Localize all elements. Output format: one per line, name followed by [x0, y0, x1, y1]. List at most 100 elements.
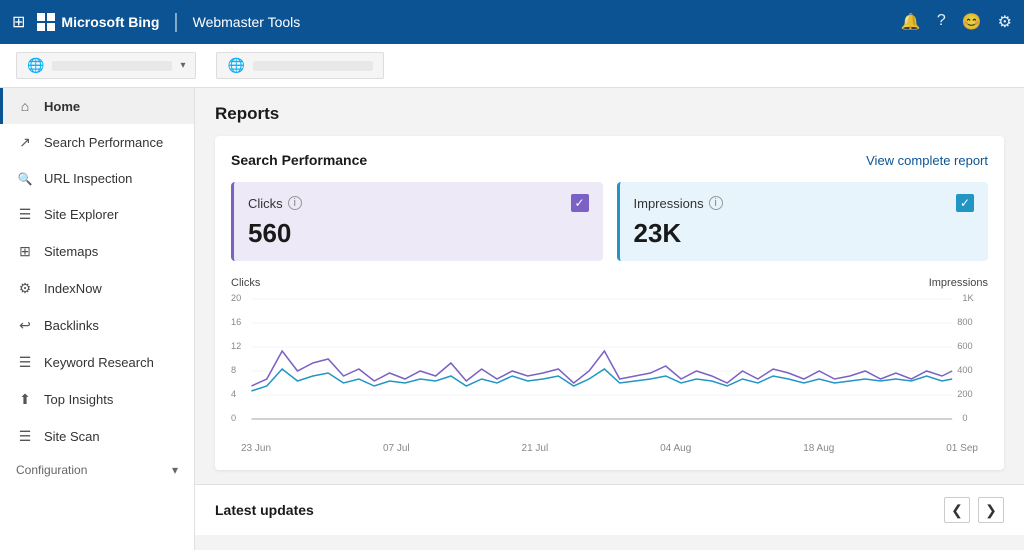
impressions-checkbox[interactable]: ✓	[956, 194, 974, 212]
svg-text:8: 8	[231, 365, 236, 375]
chart-container: Clicks Impressions 20 16 12 8 4 0 1K 80	[231, 277, 988, 454]
sidebar-item-indexnow[interactable]: ⚙ IndexNow	[0, 270, 194, 307]
configuration-label: Configuration	[16, 463, 87, 477]
sidebar-item-keyword-research[interactable]: ☰ Keyword Research	[0, 344, 194, 381]
card-title: Search Performance	[231, 152, 367, 168]
sidebar-item-sitemaps[interactable]: ⊞ Sitemaps	[0, 233, 194, 270]
impressions-info-icon[interactable]: i	[709, 196, 723, 210]
top-header: ⊞ Microsoft Bing | Webmaster Tools 🔔 ? 😊…	[0, 0, 1024, 44]
sidebar-item-url-inspection[interactable]: 🔍 URL Inspection	[0, 161, 194, 196]
backlinks-icon: ↩	[16, 317, 34, 334]
sidebar-item-site-explorer[interactable]: ☰ Site Explorer	[0, 196, 194, 233]
svg-text:4: 4	[231, 389, 236, 399]
app-name: Microsoft Bing	[61, 14, 159, 30]
page-title: Reports	[215, 104, 1004, 124]
sidebar-label-keyword-research: Keyword Research	[44, 355, 154, 370]
clicks-metric-box: Clicks i ✓ 560	[231, 182, 603, 261]
search-performance-card: Search Performance View complete report …	[215, 136, 1004, 470]
sidebar-item-site-scan[interactable]: ☰ Site Scan	[0, 418, 194, 455]
impressions-box-header: Impressions i ✓	[634, 194, 975, 212]
sidebar-item-top-insights[interactable]: ⬆ Top Insights	[0, 381, 194, 418]
tool-name: Webmaster Tools	[193, 14, 301, 30]
keyword-icon: ☰	[16, 354, 34, 371]
header-divider: |	[173, 11, 178, 34]
metric-boxes: Clicks i ✓ 560 Impressions i ✓	[231, 182, 988, 261]
x-label-6: 01 Sep	[946, 443, 978, 454]
site-url-display	[52, 61, 172, 71]
help-icon[interactable]: ?	[937, 12, 946, 32]
sidebar-label-top-insights: Top Insights	[44, 392, 113, 407]
url-icon: 🔍	[16, 172, 34, 186]
settings-icon[interactable]: ⚙	[998, 12, 1012, 32]
svg-text:0: 0	[962, 413, 967, 423]
grid-icon[interactable]: ⊞	[12, 12, 25, 32]
svg-text:12: 12	[231, 341, 241, 351]
site-scan-icon: ☰	[16, 428, 34, 445]
insights-icon: ⬆	[16, 391, 34, 408]
svg-text:1K: 1K	[962, 293, 973, 303]
x-label-3: 21 Jul	[522, 443, 549, 454]
latest-updates-title: Latest updates	[215, 502, 314, 518]
clicks-checkbox[interactable]: ✓	[571, 194, 589, 212]
site-selector-secondary[interactable]: 🌐	[216, 52, 383, 79]
main-layout: ⌂ Home ↗ Search Performance 🔍 URL Inspec…	[0, 88, 1024, 550]
indexnow-icon: ⚙	[16, 280, 34, 297]
sidebar-label-url-inspection: URL Inspection	[44, 171, 132, 186]
chevron-down-icon: ▾	[180, 60, 185, 71]
globe-icon-secondary: 🌐	[227, 57, 244, 74]
home-icon: ⌂	[16, 98, 34, 114]
x-label-5: 18 Aug	[803, 443, 834, 454]
sidebar-item-search-performance[interactable]: ↗ Search Performance	[0, 124, 194, 161]
header-icon-group: 🔔 ? 😊 ⚙	[901, 12, 1012, 32]
svg-text:20: 20	[231, 293, 241, 303]
sidebar-item-home[interactable]: ⌂ Home	[0, 88, 194, 124]
x-label-2: 07 Jul	[383, 443, 410, 454]
site-url-secondary	[253, 61, 373, 71]
account-icon[interactable]: 😊	[962, 12, 982, 32]
svg-text:0: 0	[231, 413, 236, 423]
svg-text:400: 400	[957, 365, 972, 375]
sidebar-label-site-explorer: Site Explorer	[44, 207, 118, 222]
next-arrow-button[interactable]: ❯	[978, 497, 1004, 523]
impressions-metric-box: Impressions i ✓ 23K	[617, 182, 989, 261]
x-label-1: 23 Jun	[241, 443, 271, 454]
sitemaps-icon: ⊞	[16, 243, 34, 260]
chart-axis-labels: Clicks Impressions	[231, 277, 988, 289]
sidebar-label-home: Home	[44, 99, 80, 114]
search-perf-icon: ↗	[16, 134, 34, 151]
sidebar-label-site-scan: Site Scan	[44, 429, 100, 444]
site-selector[interactable]: 🌐 ▾	[16, 52, 196, 79]
nav-arrows: ❮ ❯	[944, 497, 1004, 523]
main-content: Reports Search Performance View complete…	[195, 88, 1024, 550]
svg-text:800: 800	[957, 317, 972, 327]
sidebar-label-indexnow: IndexNow	[44, 281, 102, 296]
latest-updates-section: Latest updates ❮ ❯	[195, 484, 1024, 535]
sidebar: ⌂ Home ↗ Search Performance 🔍 URL Inspec…	[0, 88, 195, 550]
app-logo: Microsoft Bing	[37, 13, 159, 31]
clicks-value: 560	[248, 218, 589, 249]
prev-arrow-button[interactable]: ❮	[944, 497, 970, 523]
configuration-chevron: ▾	[172, 463, 178, 477]
x-label-4: 04 Aug	[660, 443, 691, 454]
sidebar-label-search-performance: Search Performance	[44, 135, 163, 150]
view-complete-report-link[interactable]: View complete report	[866, 153, 988, 168]
svg-text:16: 16	[231, 317, 241, 327]
chart-right-label: Impressions	[929, 277, 988, 289]
sidebar-item-backlinks[interactable]: ↩ Backlinks	[0, 307, 194, 344]
chart-svg: 20 16 12 8 4 0 1K 800 600 400 200 0	[231, 291, 988, 441]
subheader: 🌐 ▾ 🌐	[0, 44, 1024, 88]
svg-text:200: 200	[957, 389, 972, 399]
sidebar-configuration-section[interactable]: Configuration ▾	[0, 455, 194, 481]
clicks-box-header: Clicks i ✓	[248, 194, 589, 212]
sidebar-label-sitemaps: Sitemaps	[44, 244, 98, 259]
globe-icon: 🌐	[27, 57, 44, 74]
clicks-label: Clicks i	[248, 196, 302, 211]
site-explorer-icon: ☰	[16, 206, 34, 223]
impressions-value: 23K	[634, 218, 975, 249]
bell-icon[interactable]: 🔔	[901, 12, 921, 32]
impressions-label: Impressions i	[634, 196, 723, 211]
clicks-info-icon[interactable]: i	[288, 196, 302, 210]
x-axis-labels: 23 Jun 07 Jul 21 Jul 04 Aug 18 Aug 01 Se…	[231, 443, 988, 454]
card-header: Search Performance View complete report	[231, 152, 988, 168]
chart-area: 20 16 12 8 4 0 1K 800 600 400 200 0	[231, 291, 988, 441]
